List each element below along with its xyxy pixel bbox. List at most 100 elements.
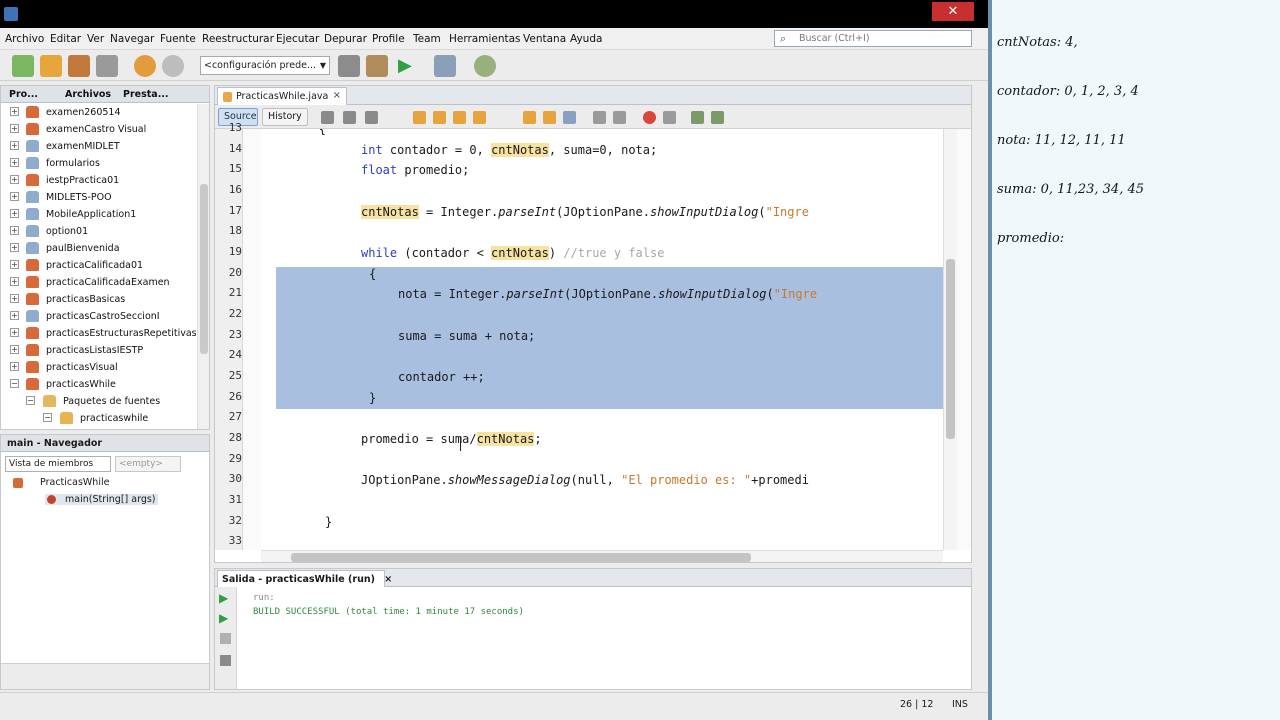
menu-ventana[interactable]: Ventana — [523, 33, 566, 45]
expand-icon[interactable]: + — [10, 226, 19, 235]
expand-icon[interactable]: + — [10, 158, 19, 167]
open-project-icon[interactable] — [68, 55, 90, 77]
tree-item[interactable]: + practicasListasIESTP — [1, 342, 197, 359]
expand-icon[interactable]: + — [10, 175, 19, 184]
tab-projects[interactable]: Pro... — [9, 89, 38, 100]
tree-item[interactable]: + examenMIDLET — [1, 138, 197, 155]
menu-reestructurar[interactable]: Reestructurar — [202, 33, 274, 45]
expand-icon[interactable]: + — [10, 328, 19, 337]
build-icon[interactable] — [338, 55, 360, 77]
undo-icon[interactable] — [134, 55, 156, 77]
find-previous-icon[interactable] — [433, 111, 446, 124]
menu-editar[interactable]: Editar — [50, 33, 81, 45]
stop-icon[interactable] — [220, 633, 231, 644]
expand-icon[interactable]: + — [10, 362, 19, 371]
collapse-icon[interactable]: − — [26, 396, 35, 405]
forward-icon[interactable] — [343, 111, 356, 124]
navigator-title[interactable]: main - Navegador — [1, 435, 209, 452]
find-icon[interactable] — [413, 111, 426, 124]
tab-practicaswhile-java[interactable]: PracticasWhile.java × — [217, 87, 347, 105]
settings-icon[interactable] — [220, 655, 231, 666]
expand-icon[interactable]: + — [10, 192, 19, 201]
editor-vertical-scrollbar[interactable] — [943, 129, 957, 550]
collapse-icon[interactable]: − — [10, 379, 19, 388]
navigator-filter-select[interactable]: <empty> — [115, 456, 181, 472]
code-area[interactable]: { int contador = 0, cntNotas, suma=0, no… — [261, 129, 943, 550]
stop-macro-icon[interactable] — [663, 111, 676, 124]
comment-icon[interactable] — [691, 111, 704, 124]
menu-archivo[interactable]: Archivo — [5, 33, 44, 45]
rerun-with-params-icon[interactable]: ▶ — [219, 611, 228, 625]
start-macro-icon[interactable] — [643, 111, 656, 124]
run-icon[interactable]: ▶ — [398, 55, 420, 77]
shift-left-icon[interactable] — [593, 111, 606, 124]
menu-fuente[interactable]: Fuente — [160, 33, 196, 45]
tree-item[interactable]: + formularios — [1, 155, 197, 172]
expand-icon[interactable]: + — [10, 260, 19, 269]
expand-icon[interactable]: + — [10, 107, 19, 116]
editor-horizontal-scrollbar[interactable] — [261, 550, 943, 562]
find-next-icon[interactable] — [453, 111, 466, 124]
search-input[interactable]: ⌕ Buscar (Ctrl+I) — [774, 30, 972, 47]
last-edit-icon[interactable] — [365, 111, 378, 124]
collapse-icon[interactable]: − — [43, 413, 52, 422]
toggle-highlight-icon[interactable] — [473, 111, 486, 124]
menu-depurar[interactable]: Depurar — [324, 33, 367, 45]
expand-icon[interactable]: + — [10, 294, 19, 303]
menu-herramientas[interactable]: Herramientas — [449, 33, 521, 45]
new-file-icon[interactable] — [12, 55, 34, 77]
expand-icon[interactable]: + — [10, 209, 19, 218]
tab-services[interactable]: Presta... — [123, 89, 169, 100]
next-bookmark-icon[interactable] — [543, 111, 556, 124]
expand-icon[interactable]: + — [10, 345, 19, 354]
uncomment-icon[interactable] — [711, 111, 724, 124]
scrollbar-thumb[interactable] — [946, 259, 955, 439]
tree-item[interactable]: + examen260514 — [1, 104, 197, 121]
expand-icon[interactable]: + — [10, 277, 19, 286]
tree-scrollbar[interactable] — [197, 104, 209, 429]
expand-icon[interactable]: + — [10, 124, 19, 133]
debug-icon[interactable] — [434, 55, 456, 77]
tree-item[interactable]: + iestpPractica01 — [1, 172, 197, 189]
menu-ejecutar[interactable]: Ejecutar — [276, 33, 319, 45]
navigator-view-select[interactable]: Vista de miembros — [5, 456, 111, 472]
tree-item[interactable]: + practicaCalificada01 — [1, 257, 197, 274]
previous-bookmark-icon[interactable] — [523, 111, 536, 124]
expand-icon[interactable]: + — [10, 141, 19, 150]
profile-icon[interactable] — [474, 55, 496, 77]
tree-item[interactable]: + option01 — [1, 223, 197, 240]
history-button[interactable]: History — [262, 108, 308, 126]
navigator-method-item[interactable]: main(String[] args) — [45, 494, 158, 505]
menu-ver[interactable]: Ver — [87, 33, 104, 45]
expand-icon[interactable]: + — [10, 311, 19, 320]
tree-item[interactable]: + practicaCalificadaExamen — [1, 274, 197, 291]
close-tab-icon[interactable]: × — [384, 574, 392, 585]
close-window-button[interactable]: ✕ — [932, 2, 974, 21]
redo-icon[interactable] — [162, 55, 184, 77]
tree-item[interactable]: + MIDLETS-POO — [1, 189, 197, 206]
menu-team[interactable]: Team — [413, 33, 441, 45]
menu-profile[interactable]: Profile — [372, 33, 405, 45]
tree-item[interactable]: − practicaswhile — [1, 410, 197, 427]
rerun-icon[interactable]: ▶ — [219, 591, 228, 605]
navigator-class-item[interactable]: PracticasWhile — [13, 477, 109, 488]
tree-item[interactable]: + MobileApplication1 — [1, 206, 197, 223]
menu-navegar[interactable]: Navegar — [110, 33, 154, 45]
tab-files[interactable]: Archivos — [65, 89, 111, 100]
close-tab-icon[interactable]: × — [333, 90, 341, 101]
tree-item[interactable]: − practicasWhile — [1, 376, 197, 393]
shift-right-icon[interactable] — [613, 111, 626, 124]
scrollbar-thumb[interactable] — [200, 184, 208, 354]
tree-item[interactable]: + practicasVisual — [1, 359, 197, 376]
clean-build-icon[interactable] — [366, 55, 388, 77]
tree-item[interactable]: + practicasEstructurasRepetitivas — [1, 325, 197, 342]
scrollbar-thumb[interactable] — [291, 553, 751, 562]
tree-item[interactable]: + practicasCastroSeccionI — [1, 308, 197, 325]
toggle-bookmark-icon[interactable] — [563, 111, 576, 124]
new-project-icon[interactable] — [40, 55, 62, 77]
tab-output[interactable]: Salida - practicasWhile (run) × — [217, 570, 392, 587]
expand-icon[interactable]: + — [10, 243, 19, 252]
tree-item[interactable]: − Paquetes de fuentes — [1, 393, 197, 410]
configuration-select[interactable]: <configuración prede... ▼ — [200, 56, 330, 75]
back-icon[interactable] — [321, 111, 334, 124]
